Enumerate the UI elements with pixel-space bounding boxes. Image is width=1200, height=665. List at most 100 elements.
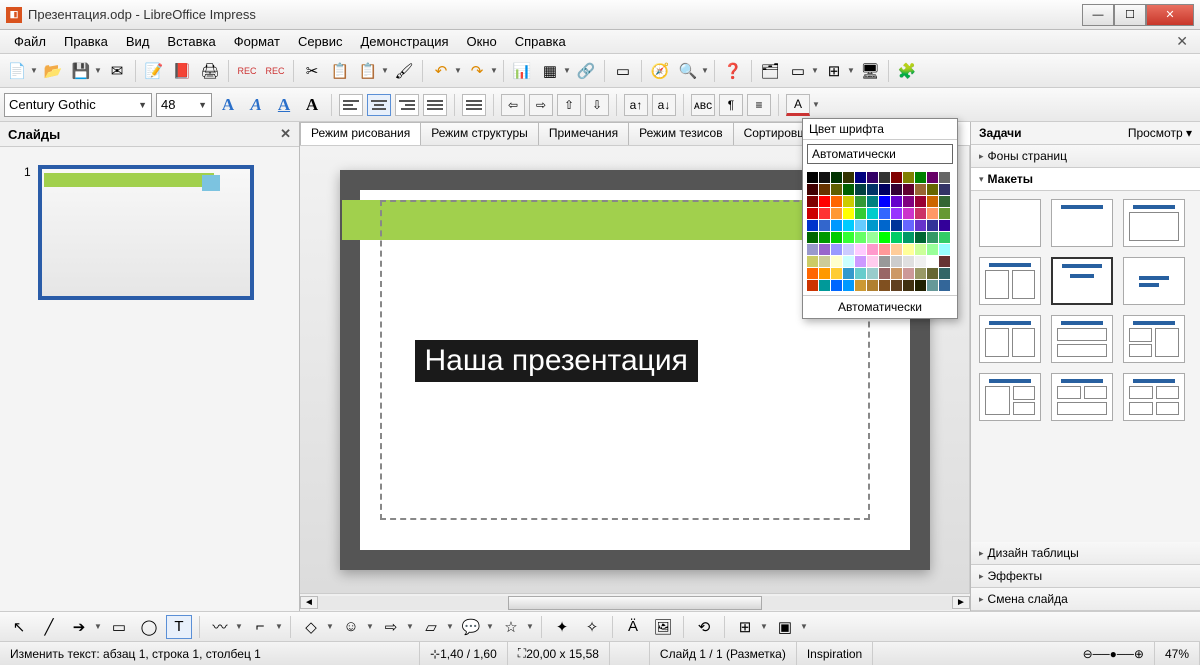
menu-view[interactable]: Вид — [118, 32, 158, 51]
align-right-icon[interactable] — [395, 94, 419, 116]
color-swatch[interactable] — [819, 256, 830, 267]
color-swatch[interactable] — [807, 280, 818, 291]
layout-2x1[interactable] — [979, 315, 1041, 363]
layout-2top[interactable] — [1051, 373, 1113, 421]
table-icon[interactable]: ▦ — [537, 58, 563, 84]
color-swatch[interactable] — [903, 196, 914, 207]
color-swatch[interactable] — [867, 232, 878, 243]
color-swatch[interactable] — [891, 208, 902, 219]
alignment-icon[interactable]: ⊞ — [732, 615, 758, 639]
new-doc-icon[interactable]: 📄 — [4, 58, 30, 84]
dropdown-icon[interactable]: ▼ — [446, 622, 454, 631]
select-tool-icon[interactable]: ↖ — [6, 615, 32, 639]
color-swatch[interactable] — [879, 232, 890, 243]
color-swatch[interactable] — [903, 232, 914, 243]
menu-insert[interactable]: Вставка — [159, 32, 223, 51]
color-swatch[interactable] — [819, 208, 830, 219]
layout-2right[interactable] — [979, 373, 1041, 421]
color-swatch[interactable] — [891, 220, 902, 231]
color-swatch[interactable] — [927, 244, 938, 255]
color-swatch[interactable] — [843, 280, 854, 291]
color-swatch[interactable] — [843, 184, 854, 195]
dropdown-icon[interactable]: ▼ — [94, 66, 102, 75]
color-swatch[interactable] — [891, 268, 902, 279]
italic-icon[interactable]: A — [244, 95, 268, 115]
flowchart-icon[interactable]: ▱ — [418, 615, 444, 639]
color-swatch[interactable] — [843, 172, 854, 183]
menu-slideshow[interactable]: Демонстрация — [352, 32, 456, 51]
layout-title[interactable] — [1051, 199, 1113, 247]
color-swatch[interactable] — [867, 256, 878, 267]
paste-icon[interactable]: 📋 — [355, 58, 381, 84]
bold-icon[interactable]: A — [216, 95, 240, 115]
color-swatch[interactable] — [915, 220, 926, 231]
rectangle-tool-icon[interactable]: ▭ — [106, 615, 132, 639]
color-swatch[interactable] — [927, 268, 938, 279]
menu-tools[interactable]: Сервис — [290, 32, 351, 51]
tab-outline[interactable]: Режим структуры — [420, 122, 539, 145]
color-swatch[interactable] — [855, 268, 866, 279]
align-justify-icon[interactable] — [423, 94, 447, 116]
color-swatch[interactable] — [939, 196, 950, 207]
color-swatch[interactable] — [867, 280, 878, 291]
color-swatch[interactable] — [927, 196, 938, 207]
edit-file-icon[interactable]: 📝 — [141, 58, 167, 84]
font-size-combo[interactable]: 48 ▼ — [156, 93, 212, 117]
dropdown-icon[interactable]: ▼ — [366, 622, 374, 631]
glue-icon[interactable]: ✧ — [579, 615, 605, 639]
copy-icon[interactable]: 📋 — [327, 58, 353, 84]
color-swatch[interactable] — [891, 232, 902, 243]
chart-icon[interactable]: 📊 — [509, 58, 535, 84]
dropdown-icon[interactable]: ▼ — [701, 66, 709, 75]
section-layouts[interactable]: ▾Макеты — [971, 168, 1200, 191]
bullets-icon[interactable] — [462, 94, 486, 116]
minimize-button[interactable]: — — [1082, 4, 1114, 26]
color-swatch[interactable] — [903, 172, 914, 183]
color-swatch[interactable] — [843, 220, 854, 231]
color-swatch[interactable] — [855, 220, 866, 231]
dropdown-icon[interactable]: ▼ — [275, 622, 283, 631]
rotate-icon[interactable]: ⟲ — [691, 615, 717, 639]
promote-icon[interactable]: ⇦ — [501, 94, 525, 116]
color-swatch[interactable] — [807, 184, 818, 195]
open-icon[interactable]: 📂 — [40, 58, 66, 84]
color-swatch[interactable] — [855, 256, 866, 267]
symbol-shapes-icon[interactable]: ☺ — [338, 615, 364, 639]
color-swatch[interactable] — [927, 232, 938, 243]
color-swatch[interactable] — [927, 172, 938, 183]
zoom-icon[interactable]: 🔍 — [675, 58, 701, 84]
color-swatch[interactable] — [831, 196, 842, 207]
color-swatch[interactable] — [915, 280, 926, 291]
color-swatch[interactable] — [915, 268, 926, 279]
arrow-tool-icon[interactable]: ➔ — [66, 615, 92, 639]
color-swatch[interactable] — [879, 268, 890, 279]
slideshow-icon[interactable]: ▭ — [610, 58, 636, 84]
dropdown-icon[interactable]: ▼ — [454, 66, 462, 75]
align-left-icon[interactable] — [339, 94, 363, 116]
color-swatch[interactable] — [855, 280, 866, 291]
curve-tool-icon[interactable]: 〰 — [207, 615, 233, 639]
menu-file[interactable]: Файл — [6, 32, 54, 51]
color-swatch[interactable] — [915, 256, 926, 267]
slide-thumbnail[interactable] — [38, 165, 254, 300]
color-swatch[interactable] — [807, 220, 818, 231]
color-swatch[interactable] — [843, 268, 854, 279]
align-center-icon[interactable] — [367, 94, 391, 116]
cut-icon[interactable]: ✂ — [299, 58, 325, 84]
color-swatch[interactable] — [867, 208, 878, 219]
slide-icon[interactable]: ▭ — [785, 58, 811, 84]
email-icon[interactable]: ✉ — [104, 58, 130, 84]
color-swatch[interactable] — [819, 184, 830, 195]
color-swatch[interactable] — [831, 268, 842, 279]
color-swatch[interactable] — [939, 220, 950, 231]
format-paintbrush-icon[interactable]: 🖌 — [391, 58, 417, 84]
move-up-icon[interactable]: ⇧ — [557, 94, 581, 116]
color-swatch[interactable] — [915, 172, 926, 183]
color-swatch[interactable] — [927, 208, 938, 219]
layout-centered[interactable] — [1123, 257, 1185, 305]
color-swatch[interactable] — [867, 184, 878, 195]
color-swatch[interactable] — [891, 244, 902, 255]
color-swatch[interactable] — [879, 208, 890, 219]
extension-icon[interactable]: 🧩 — [894, 58, 920, 84]
color-swatch[interactable] — [879, 172, 890, 183]
